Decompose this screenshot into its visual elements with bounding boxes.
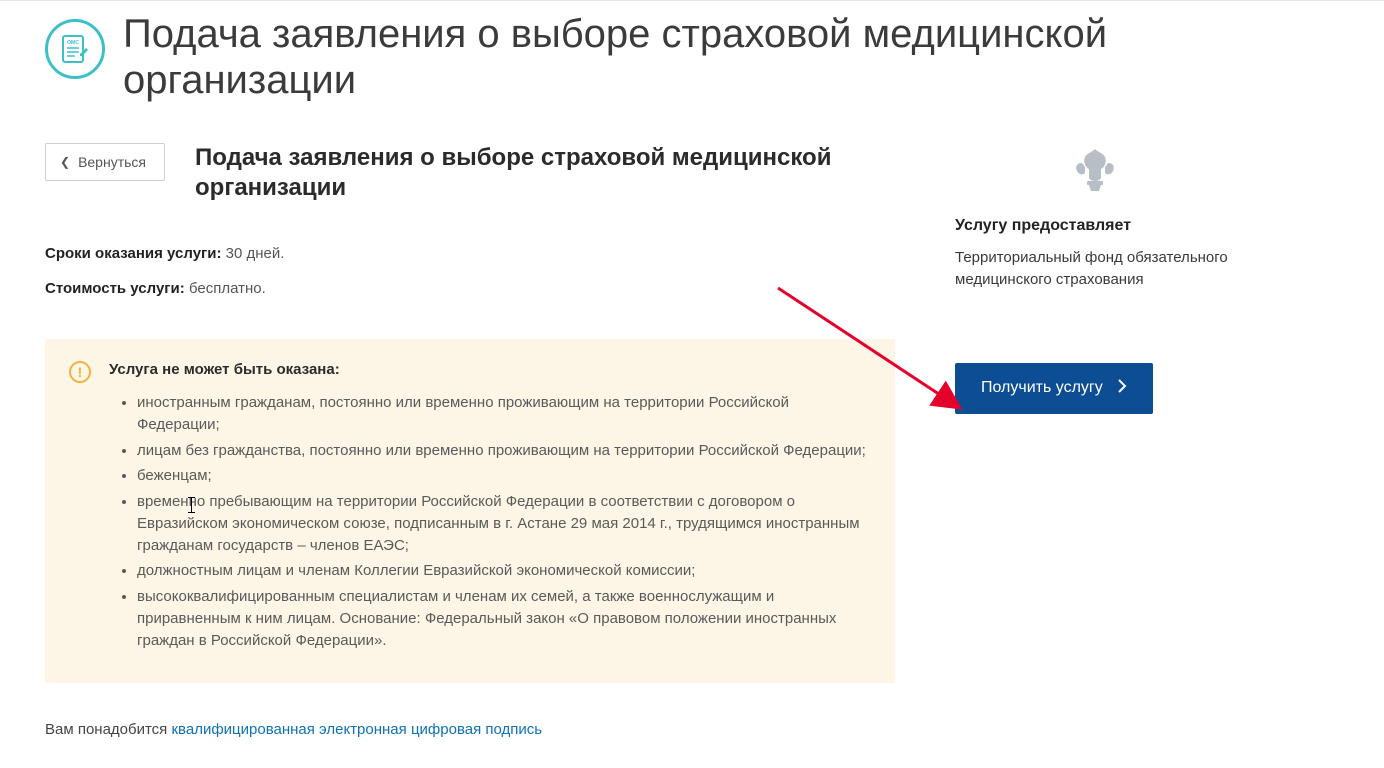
signature-note: Вам понадобится квалифицированная электр… (45, 721, 895, 738)
list-item: должностным лицам и членам Коллегии Евра… (137, 560, 871, 582)
svg-text:ОМС: ОМС (67, 40, 79, 46)
provider-name: Территориальный фонд обязательного медиц… (955, 247, 1235, 291)
meta-cost-value: бесплатно. (189, 280, 266, 297)
list-item: высококвалифицированным специалистам и ч… (137, 586, 871, 651)
warning-icon: ! (69, 361, 91, 383)
page-title: Подача заявления о выборе страховой меди… (123, 11, 1123, 103)
oms-document-icon: ОМС (45, 19, 105, 79)
meta-cost: Стоимость услуги: бесплатно. (45, 280, 895, 297)
qualified-signature-link[interactable]: квалифицированная электронная цифровая п… (171, 721, 542, 738)
meta-duration: Сроки оказания услуги: 30 дней. (45, 245, 895, 262)
text-caret-cursor (191, 497, 192, 513)
list-item: лицам без гражданства, постоянно или вре… (137, 440, 871, 462)
signature-note-prefix: Вам понадобится (45, 721, 171, 738)
list-item: иностранным гражданам, постоянно или вре… (137, 392, 871, 436)
warning-block: ! Услуга не может быть оказана: иностран… (45, 339, 895, 683)
chevron-left-icon: ❮ (60, 155, 70, 169)
warning-list: иностранным гражданам, постоянно или вре… (109, 392, 871, 651)
section-subtitle: Подача заявления о выборе страховой меди… (195, 143, 835, 203)
provider-heading: Услугу предоставляет (955, 217, 1235, 235)
page-header: ОМС Подача заявления о выборе страховой … (45, 11, 1339, 143)
warning-title: Услуга не может быть оказана: (109, 361, 871, 378)
back-button-label: Вернуться (78, 154, 146, 170)
meta-cost-label: Стоимость услуги: (45, 280, 185, 297)
meta-duration-label: Сроки оказания услуги: (45, 245, 222, 262)
chevron-right-icon (1117, 379, 1127, 398)
meta-duration-value: 30 дней. (226, 245, 285, 262)
list-item: временно пребывающим на территории Росси… (137, 491, 871, 556)
get-service-button[interactable]: Получить услугу (955, 363, 1153, 414)
gov-emblem-icon (955, 143, 1235, 199)
list-item: беженцам; (137, 465, 871, 487)
back-button[interactable]: ❮ Вернуться (45, 143, 165, 181)
get-service-label: Получить услугу (981, 379, 1103, 397)
